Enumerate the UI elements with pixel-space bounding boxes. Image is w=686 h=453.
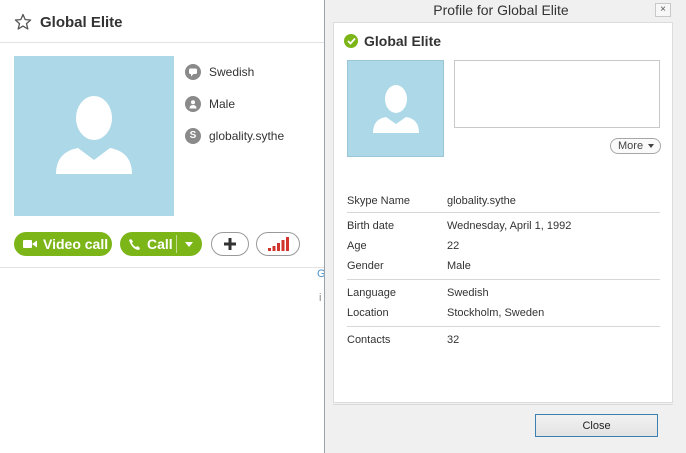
field-label: Contacts xyxy=(347,334,391,346)
footer-divider xyxy=(333,404,673,405)
default-avatar-icon xyxy=(373,85,419,133)
phone-icon xyxy=(129,238,140,250)
field-value: 22 xyxy=(447,240,460,252)
field-value: globality.sythe xyxy=(447,195,516,207)
chevron-down-icon xyxy=(648,144,655,148)
field-value: Male xyxy=(447,260,471,272)
star-icon[interactable] xyxy=(14,13,32,31)
speech-bubble-icon xyxy=(185,64,201,80)
gender-value: Male xyxy=(209,97,236,111)
status-check-icon xyxy=(344,34,358,48)
field-skype-name: Skype Name globality.sythe xyxy=(347,195,660,211)
section-divider xyxy=(347,212,660,213)
field-label: Language xyxy=(347,287,396,299)
call-label: Call xyxy=(147,236,173,252)
field-label: Gender xyxy=(347,260,384,272)
call-dropdown-arrow-icon[interactable] xyxy=(185,242,193,247)
field-age: Age 22 xyxy=(347,240,660,256)
contact-avatar xyxy=(14,56,174,216)
field-location: Location Stockholm, Sweden xyxy=(347,307,660,323)
gender-row: Male xyxy=(185,94,235,114)
language-row: Swedish xyxy=(185,62,254,82)
more-label: More xyxy=(618,140,644,152)
section-divider xyxy=(347,326,660,327)
header-divider xyxy=(0,267,330,268)
signal-bars-icon xyxy=(268,237,289,251)
field-label: Location xyxy=(347,307,389,319)
field-value: Stockholm, Sweden xyxy=(447,307,545,319)
contact-header: Global Elite xyxy=(0,0,330,43)
default-avatar-icon xyxy=(56,96,132,174)
plus-icon xyxy=(224,238,236,250)
contact-name: Global Elite xyxy=(40,14,123,31)
profile-content: Global Elite More Skype Name globality.s… xyxy=(333,22,673,403)
call-button[interactable]: Call xyxy=(120,232,202,256)
profile-dialog: Profile for Global Elite × Global Elite … xyxy=(324,0,686,453)
video-call-button[interactable]: Video call xyxy=(14,232,112,256)
person-icon xyxy=(185,96,201,112)
field-value: Swedish xyxy=(447,287,489,299)
field-gender: Gender Male xyxy=(347,260,660,276)
field-value: 32 xyxy=(447,334,460,346)
field-birth-date: Birth date Wednesday, April 1, 1992 xyxy=(347,220,660,236)
call-quality-button[interactable] xyxy=(256,232,300,256)
dialog-titlebar[interactable]: Profile for Global Elite × xyxy=(325,0,686,22)
field-language: Language Swedish xyxy=(347,287,660,303)
mood-message-box xyxy=(454,60,660,128)
skype-name-value: globality.sythe xyxy=(209,129,285,143)
skype-name-row: S globality.sythe xyxy=(185,126,284,146)
field-contacts: Contacts 32 xyxy=(347,334,660,350)
video-call-label: Video call xyxy=(43,236,109,252)
partial-status-text: i xyxy=(319,292,322,304)
language-value: Swedish xyxy=(209,65,255,79)
dialog-title: Profile for Global Elite xyxy=(433,2,569,18)
add-button[interactable] xyxy=(211,232,249,256)
close-button[interactable]: Close xyxy=(535,414,658,437)
field-label: Skype Name xyxy=(347,195,410,207)
profile-avatar xyxy=(347,60,444,157)
call-split-divider xyxy=(176,235,177,253)
skype-icon: S xyxy=(185,128,201,144)
video-camera-icon xyxy=(23,240,37,248)
field-value: Wednesday, April 1, 1992 xyxy=(447,220,572,232)
field-label: Birth date xyxy=(347,220,395,232)
profile-name: Global Elite xyxy=(364,33,442,49)
more-button[interactable]: More xyxy=(610,138,661,154)
field-label: Age xyxy=(347,240,367,252)
section-divider xyxy=(347,279,660,280)
close-icon[interactable]: × xyxy=(655,3,671,17)
